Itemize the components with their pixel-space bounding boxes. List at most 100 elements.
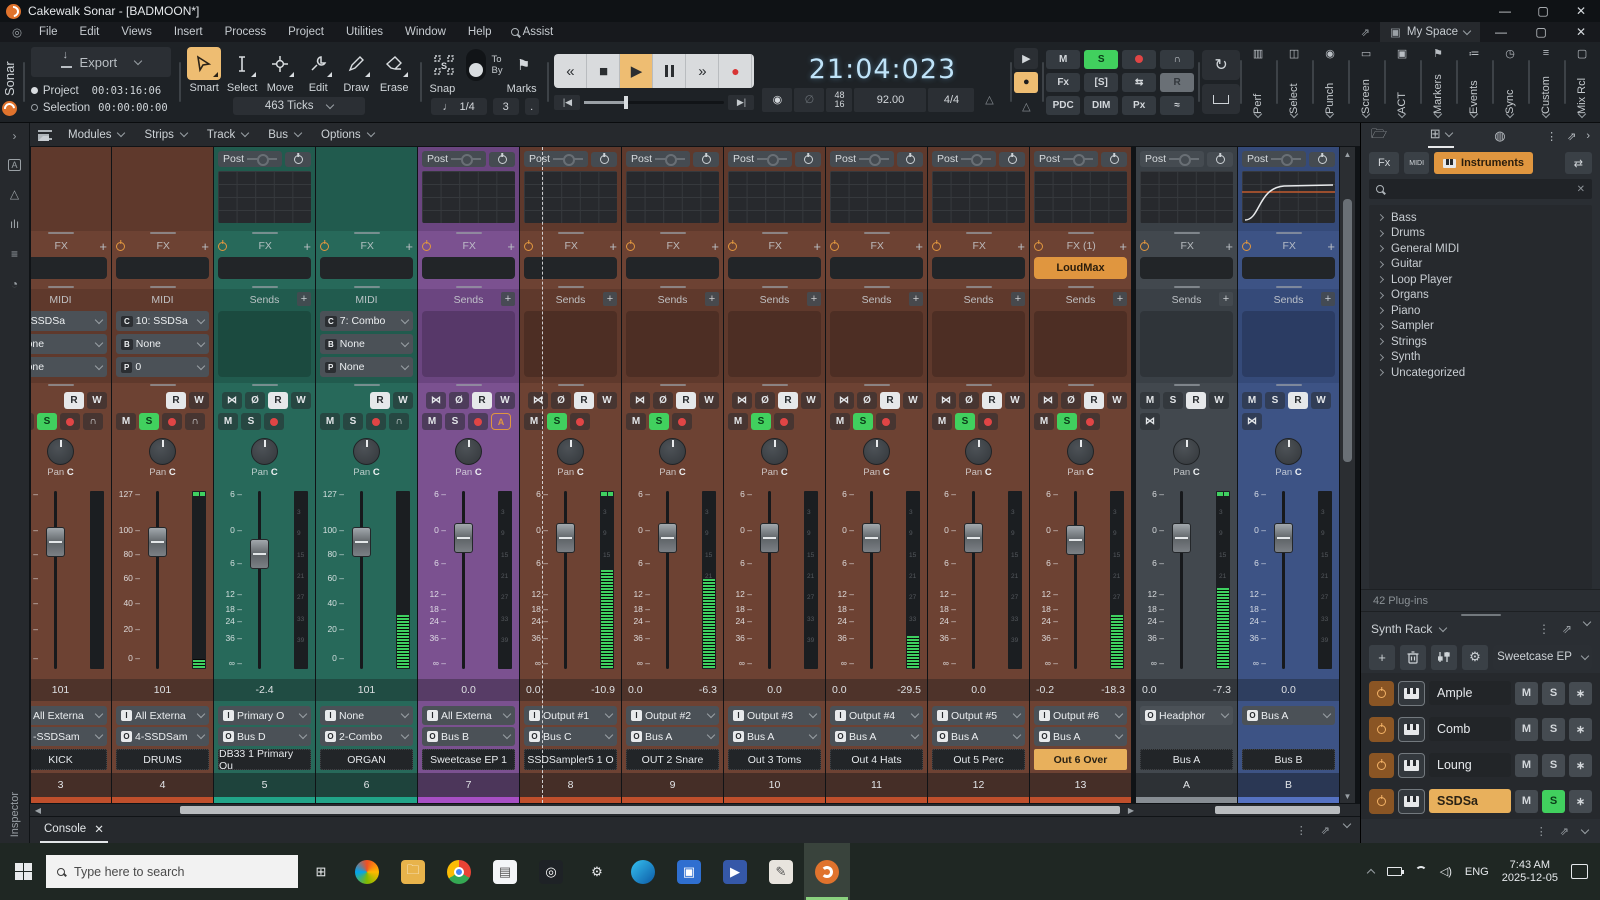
meter-display[interactable]: 4/4 (928, 88, 974, 112)
fx-slot[interactable] (626, 257, 719, 279)
delete-synth-button[interactable] (1400, 645, 1426, 670)
module-punch[interactable]: ◉Punch (1312, 44, 1348, 120)
fx-power-button[interactable] (422, 242, 431, 251)
pan-knob[interactable] (353, 438, 380, 465)
menu-edit[interactable]: Edit (69, 24, 111, 40)
fader-cap[interactable] (250, 539, 269, 569)
category-piano[interactable]: Piano (1369, 303, 1592, 319)
category-loop-player[interactable]: Loop Player (1369, 272, 1592, 288)
fader-track[interactable] (564, 491, 567, 669)
strip-power-button[interactable] (285, 152, 311, 167)
cluster-s-button[interactable]: S (1084, 50, 1118, 69)
volume-icon[interactable]: ◁) (1440, 865, 1452, 878)
output-dropdown[interactable]: OBus A (830, 727, 923, 746)
channel-name[interactable]: Bus A (1140, 749, 1233, 770)
channel-name[interactable]: Bus B (1242, 749, 1335, 770)
channel-name[interactable]: Out 4 Hats (830, 749, 923, 770)
fx-power-button[interactable] (1242, 242, 1251, 251)
input-dropdown[interactable]: IOutput #3 (728, 706, 821, 725)
fader-cap[interactable] (352, 527, 371, 557)
synth-freeze-button[interactable]: ∗ (1569, 790, 1592, 813)
tab-instruments[interactable]: Instruments (1434, 152, 1533, 174)
rewind-button[interactable]: « (554, 54, 587, 88)
sends-area[interactable] (1242, 311, 1335, 377)
synth-freeze-button[interactable]: ∗ (1569, 718, 1592, 741)
write-automation-button[interactable]: W (393, 392, 413, 409)
media-browser-icon[interactable]: ◍ (1494, 128, 1505, 144)
channel-number[interactable]: 12 (928, 773, 1029, 797)
solo-button[interactable]: S (445, 413, 465, 430)
channel-number[interactable]: 3 (31, 773, 111, 797)
record-arm-button[interactable] (468, 413, 488, 430)
metronome-mix-icon[interactable]: ∅ (794, 88, 824, 112)
category-organs[interactable]: Organs (1369, 288, 1592, 304)
list-icon[interactable]: ≡ (11, 247, 18, 261)
fader-track[interactable] (258, 491, 261, 669)
fader-track[interactable] (972, 491, 975, 669)
pan-knob[interactable] (965, 438, 992, 465)
phase-button[interactable]: Ø (857, 392, 877, 409)
category-bass[interactable]: Bass (1369, 210, 1592, 226)
module-act[interactable]: ▣ACT (1384, 44, 1420, 120)
menu-help[interactable]: Help (457, 24, 503, 40)
expand-chevron-icon[interactable] (1377, 245, 1384, 252)
tool-erase[interactable]: Erase (377, 47, 412, 94)
category-drums[interactable]: Drums (1369, 226, 1592, 242)
add-fx-button[interactable]: + (1119, 239, 1127, 254)
fx-power-button[interactable] (218, 242, 227, 251)
interleave-button[interactable]: ⋈ (1140, 413, 1160, 430)
fader-track[interactable] (360, 491, 363, 669)
fader-cap[interactable] (556, 523, 575, 553)
panel-minimize-button[interactable]: — (1482, 22, 1520, 42)
write-automation-button[interactable]: W (87, 392, 107, 409)
snap-grid-icon[interactable]: S (428, 49, 460, 81)
channel-name[interactable]: SSDSampler5 1 O (524, 749, 617, 770)
strip-power-button[interactable] (1101, 152, 1127, 167)
write-automation-button[interactable]: W (1311, 392, 1331, 409)
mute-button[interactable]: M (218, 413, 238, 430)
menu-views[interactable]: Views (110, 24, 162, 40)
stop-button[interactable]: ■ (587, 54, 620, 88)
console-hamburger-icon[interactable] (38, 130, 52, 140)
tray-expand-icon[interactable] (1367, 869, 1375, 877)
sends-area[interactable] (422, 311, 515, 377)
tab-midi[interactable]: MIDI (1404, 152, 1429, 174)
read-automation-button[interactable]: R (472, 392, 492, 409)
tab-fx[interactable]: Fx (1369, 152, 1399, 174)
write-automation-button[interactable]: W (495, 392, 515, 409)
tool-smart[interactable]: Smart (187, 47, 222, 94)
channel-name[interactable]: OUT 2 Snare (626, 749, 719, 770)
cluster-phones-icon[interactable]: ∩ (1160, 50, 1194, 69)
record-arm-button[interactable] (774, 413, 794, 430)
pan-knob[interactable] (863, 438, 890, 465)
fader-cap[interactable] (1274, 523, 1293, 553)
add-send-button[interactable]: + (501, 292, 515, 306)
synth-freeze-button[interactable]: ∗ (1569, 682, 1592, 705)
pan-knob[interactable] (659, 438, 686, 465)
mute-button[interactable]: M (320, 413, 340, 430)
mute-button[interactable]: M (626, 413, 646, 430)
minimize-button[interactable]: — (1486, 0, 1524, 22)
add-fx-button[interactable]: + (201, 239, 209, 254)
menu-window[interactable]: Window (394, 24, 457, 40)
sends-area[interactable] (1140, 311, 1233, 377)
pan-knob[interactable] (1067, 438, 1094, 465)
language-indicator[interactable]: ENG (1465, 866, 1489, 878)
channel-number[interactable]: 4 (112, 773, 213, 797)
mute-button[interactable]: M (932, 413, 952, 430)
phase-button[interactable]: Ø (1061, 392, 1081, 409)
output-dropdown[interactable]: OBus A (1242, 706, 1335, 725)
midi-dropdown[interactable]: PNone (320, 357, 413, 377)
sends-area[interactable] (626, 311, 719, 377)
wifi-icon[interactable] (1415, 866, 1427, 878)
fx-power-button[interactable] (1034, 242, 1043, 251)
fader-track[interactable] (54, 491, 57, 669)
fader-track[interactable] (768, 491, 771, 669)
synth-power-button[interactable] (1369, 753, 1394, 778)
mute-button[interactable]: M (830, 413, 850, 430)
write-automation-button[interactable]: W (699, 392, 719, 409)
taskbar-paint-icon[interactable]: ✎ (758, 843, 804, 900)
category-sampler[interactable]: Sampler (1369, 319, 1592, 335)
module-markers[interactable]: ⚑Markers (1420, 44, 1456, 120)
record-arm-button[interactable] (264, 413, 284, 430)
